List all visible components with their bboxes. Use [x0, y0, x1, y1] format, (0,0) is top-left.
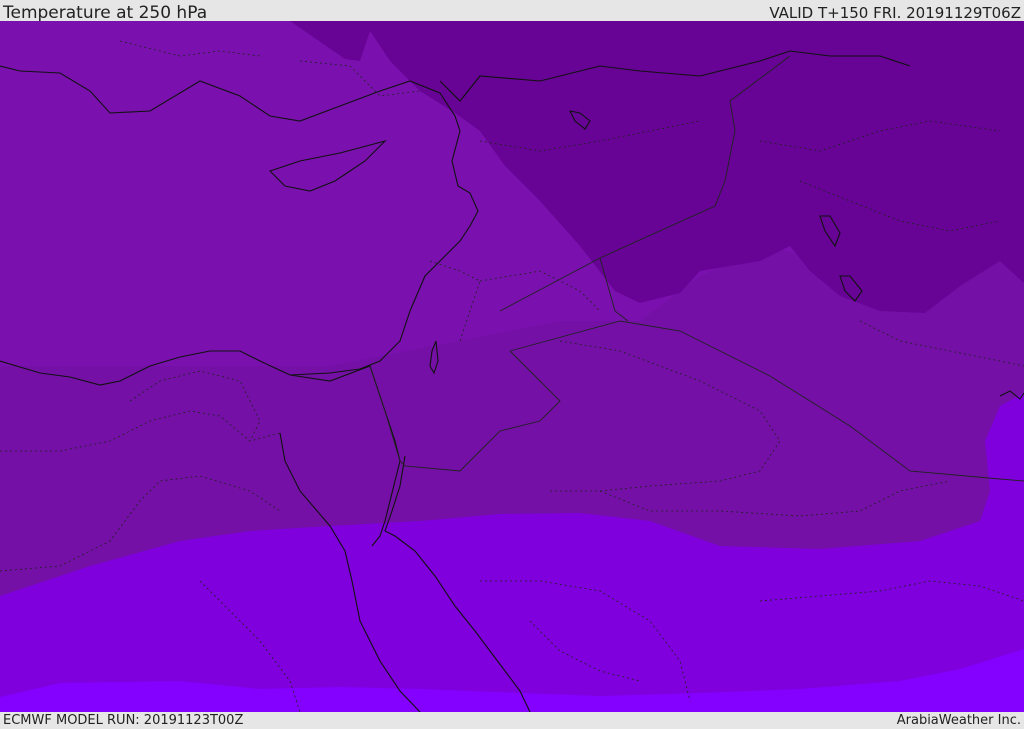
model-run-label: ECMWF MODEL RUN: 20191123T00Z [3, 713, 244, 728]
footer-bar: ECMWF MODEL RUN: 20191123T00Z ArabiaWeat… [0, 712, 1024, 729]
credit-label: ArabiaWeather Inc. [896, 713, 1021, 728]
temperature-map [0, 21, 1024, 712]
valid-time-label: VALID T+150 FRI. 20191129T06Z [769, 4, 1021, 22]
header-bar: Temperature at 250 hPa VALID T+150 FRI. … [0, 0, 1024, 23]
map-viewer: Temperature at 250 hPa VALID T+150 FRI. … [0, 0, 1024, 729]
